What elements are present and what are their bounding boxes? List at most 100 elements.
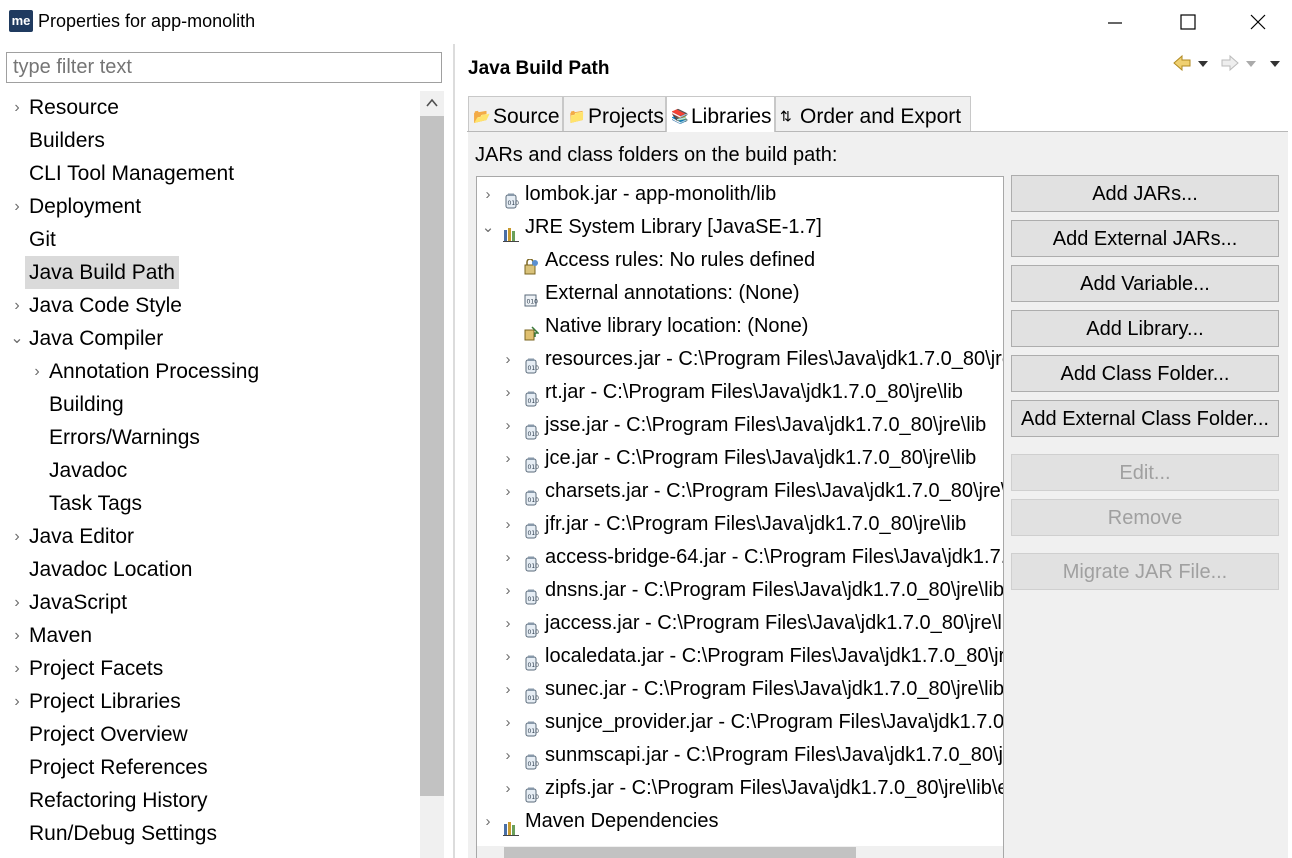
chevron-right-icon[interactable]: › [501, 376, 515, 409]
build-path-tree[interactable]: › 010 lombok.jar - app-monolith/lib ⌄ JRE Sy… [476, 176, 1004, 858]
tree-row[interactable]: Native library location: (None) [477, 310, 1003, 343]
tab-source[interactable]: 📂 Source [468, 96, 563, 131]
tree-row[interactable]: › 010 jaccess.jar - C:\Program Files\Java\… [477, 607, 1003, 640]
chevron-right-icon[interactable]: › [10, 619, 24, 652]
nav-item[interactable]: › Maven [0, 619, 420, 652]
add-class-folder-button[interactable]: Add Class Folder... [1011, 355, 1279, 392]
nav-item[interactable]: › Project Libraries [0, 685, 420, 718]
pane-splitter[interactable] [453, 44, 455, 858]
chevron-right-icon[interactable]: › [10, 586, 24, 619]
chevron-right-icon[interactable]: › [10, 190, 24, 223]
scroll-up-icon[interactable] [420, 93, 444, 113]
nav-item[interactable]: ⌄ Java Compiler [0, 322, 420, 355]
tree-row[interactable]: › 010 sunec.jar - C:\Program Files\Java\jd… [477, 673, 1003, 706]
svg-text:010: 010 [528, 596, 540, 603]
chevron-right-icon[interactable]: › [10, 289, 24, 322]
tree-row[interactable]: › 010 jfr.jar - C:\Program Files\Java\jdk1… [477, 508, 1003, 541]
nav-item[interactable]: Git [0, 223, 420, 256]
nav-item[interactable]: Java Build Path [0, 256, 420, 289]
chevron-down-icon[interactable]: ⌄ [10, 322, 24, 355]
chevron-right-icon[interactable]: › [30, 355, 44, 388]
nav-item[interactable]: › Deployment [0, 190, 420, 223]
chevron-down-icon[interactable]: ⌄ [481, 211, 495, 244]
maximize-button[interactable] [1165, 0, 1211, 44]
nav-item[interactable]: › JavaScript [0, 586, 420, 619]
nav-item[interactable]: Javadoc [0, 454, 420, 487]
tab-order-and-export[interactable]: ⇅ Order and Export [775, 96, 971, 131]
remove-button[interactable]: Remove [1011, 499, 1279, 536]
nav-item[interactable]: Project References [0, 751, 420, 784]
tree-row[interactable]: › 010 charsets.jar - C:\Program Files\Java… [477, 475, 1003, 508]
add-external-jars-button[interactable]: Add External JARs... [1011, 220, 1279, 257]
tree-row[interactable]: › 010 lombok.jar - app-monolith/lib [477, 178, 1003, 211]
jar-icon: 010 [523, 385, 539, 407]
chevron-right-icon[interactable]: › [10, 91, 24, 124]
nav-item[interactable]: › Annotation Processing [0, 355, 420, 388]
close-button[interactable] [1235, 0, 1281, 44]
nav-item[interactable]: Javadoc Location [0, 553, 420, 586]
tree-row[interactable]: › 010 localedata.jar - C:\Program Files\Ja… [477, 640, 1003, 673]
tree-row[interactable]: › 010 dnsns.jar - C:\Program Files\Java\jd… [477, 574, 1003, 607]
chevron-right-icon[interactable]: › [501, 475, 515, 508]
tree-row[interactable]: 010 External annotations: (None) [477, 277, 1003, 310]
nav-item[interactable]: › Resource [0, 91, 420, 124]
tab-libraries[interactable]: 📚 Libraries [666, 96, 775, 132]
chevron-right-icon[interactable]: › [501, 508, 515, 541]
tree-row[interactable]: › 010 jce.jar - C:\Program Files\Java\jdk1… [477, 442, 1003, 475]
nav-item[interactable]: Project Overview [0, 718, 420, 751]
chevron-right-icon[interactable]: › [501, 442, 515, 475]
tree-row[interactable]: ⌄ JRE System Library [JavaSE-1.7] [477, 211, 1003, 244]
nav-item[interactable]: Building [0, 388, 420, 421]
nav-item[interactable]: Task Tags [0, 487, 420, 520]
nav-item[interactable]: Refactoring History [0, 784, 420, 817]
svg-text:010: 010 [527, 299, 539, 306]
chevron-right-icon[interactable]: › [10, 520, 24, 553]
nav-item[interactable]: Errors/Warnings [0, 421, 420, 454]
library-icon [503, 814, 519, 836]
filter-input[interactable] [6, 52, 442, 83]
chevron-right-icon[interactable]: › [10, 652, 24, 685]
chevron-right-icon[interactable]: › [501, 739, 515, 772]
migrate-jar-file-button[interactable]: Migrate JAR File... [1011, 553, 1279, 590]
nav-scrollbar-thumb[interactable] [420, 116, 444, 796]
tree-row-label: jce.jar - C:\Program Files\Java\jdk1.7.0… [545, 447, 977, 469]
history-nav[interactable] [1172, 52, 1284, 74]
edit-button[interactable]: Edit... [1011, 454, 1279, 491]
nav-item-label: Annotation Processing [49, 360, 260, 383]
add-jars-button[interactable]: Add JARs... [1011, 175, 1279, 212]
nav-item[interactable]: › Project Facets [0, 652, 420, 685]
chevron-right-icon[interactable]: › [10, 685, 24, 718]
chevron-right-icon[interactable]: › [501, 640, 515, 673]
add-variable-button[interactable]: Add Variable... [1011, 265, 1279, 302]
tree-row[interactable]: › 010 zipfs.jar - C:\Program Files\Java\jd… [477, 772, 1003, 805]
order-export-icon: ⇅ [780, 108, 792, 124]
tree-row[interactable]: › 010 rt.jar - C:\Program Files\Java\jdk1.… [477, 376, 1003, 409]
tree-row[interactable]: › 010 sunmscapi.jar - C:\Program Files\Jav… [477, 739, 1003, 772]
tree-row[interactable]: › 010 resources.jar - C:\Program Files\Jav… [477, 343, 1003, 376]
chevron-right-icon[interactable]: › [501, 607, 515, 640]
add-external-class-folder-button[interactable]: Add External Class Folder... [1011, 400, 1279, 437]
minimize-button[interactable] [1092, 0, 1138, 44]
nav-item[interactable]: Builders [0, 124, 420, 157]
chevron-right-icon[interactable]: › [501, 574, 515, 607]
chevron-right-icon[interactable]: › [501, 706, 515, 739]
tree-row[interactable]: › 010 sunjce_provider.jar - C:\Program Fil… [477, 706, 1003, 739]
nav-item[interactable]: CLI Tool Management [0, 157, 420, 190]
tree-row[interactable]: › Maven Dependencies [477, 805, 1003, 838]
chevron-right-icon[interactable]: › [481, 178, 495, 211]
nav-item[interactable]: Run/Debug Settings [0, 817, 420, 850]
chevron-right-icon[interactable]: › [501, 343, 515, 376]
chevron-right-icon[interactable]: › [501, 772, 515, 805]
tree-row[interactable]: Access rules: No rules defined [477, 244, 1003, 277]
add-library-button[interactable]: Add Library... [1011, 310, 1279, 347]
chevron-right-icon[interactable]: › [501, 409, 515, 442]
nav-item[interactable]: › Java Code Style [0, 289, 420, 322]
chevron-right-icon[interactable]: › [501, 673, 515, 706]
tree-row[interactable]: › 010 access-bridge-64.jar - C:\Program Fi… [477, 541, 1003, 574]
chevron-right-icon[interactable]: › [501, 541, 515, 574]
tab-projects[interactable]: 📁 Projects [563, 96, 666, 131]
tree-row[interactable]: › 010 jsse.jar - C:\Program Files\Java\jdk… [477, 409, 1003, 442]
nav-item[interactable]: › Java Editor [0, 520, 420, 553]
chevron-right-icon[interactable]: › [481, 805, 495, 838]
tree-scrollbar-thumb[interactable] [504, 847, 856, 858]
